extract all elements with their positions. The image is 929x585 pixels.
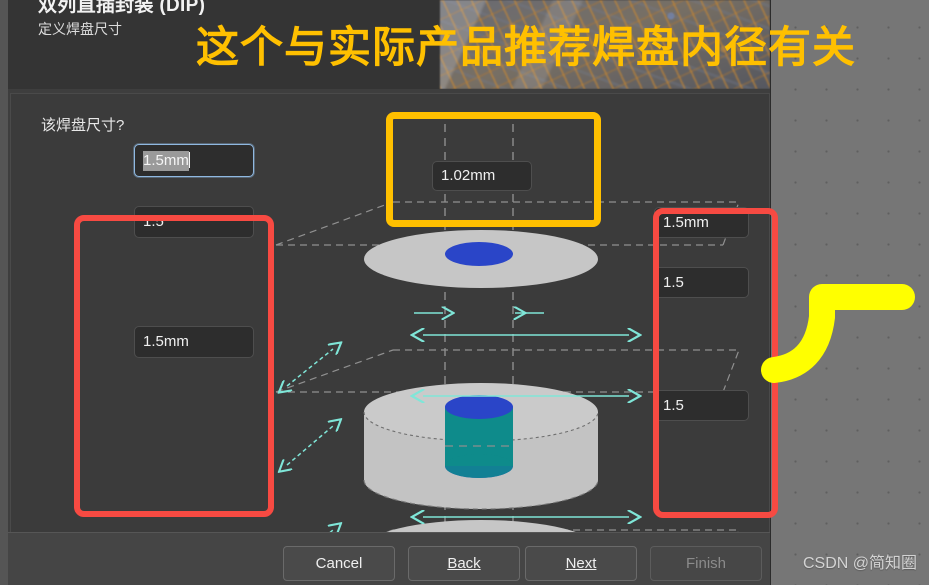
back-button[interactable]: Back — [408, 546, 520, 581]
text-caret — [188, 152, 190, 168]
next-button-label: Next — [565, 555, 597, 572]
page-subtitle: 定义焊盘尺寸 — [38, 21, 122, 37]
window-left-edge — [0, 0, 8, 585]
annotation-yellow-arrow-icon — [761, 284, 915, 383]
watermark-label: CSDN @简知圈 — [802, 555, 917, 572]
cancel-button[interactable]: Cancel — [283, 546, 395, 581]
page-title: 双列直插封装 (DIP) — [38, 0, 206, 16]
annotation-headline: 这个与实际产品推荐焊盘内径有关 — [196, 24, 856, 72]
next-button[interactable]: Next — [525, 546, 637, 581]
finish-button: Finish — [650, 546, 762, 581]
annotation-red-box-left — [74, 215, 274, 517]
left-size-input-1-value: 1.5mm — [143, 151, 189, 171]
cancel-button-label: Cancel — [315, 555, 363, 572]
back-button-label: Back — [447, 555, 481, 572]
annotation-yellow-box — [386, 112, 601, 227]
left-size-input-1[interactable]: 1.5mm — [134, 144, 254, 177]
finish-button-label: Finish — [685, 555, 726, 572]
wizard-footer: Cancel Back Next Finish — [8, 532, 770, 585]
